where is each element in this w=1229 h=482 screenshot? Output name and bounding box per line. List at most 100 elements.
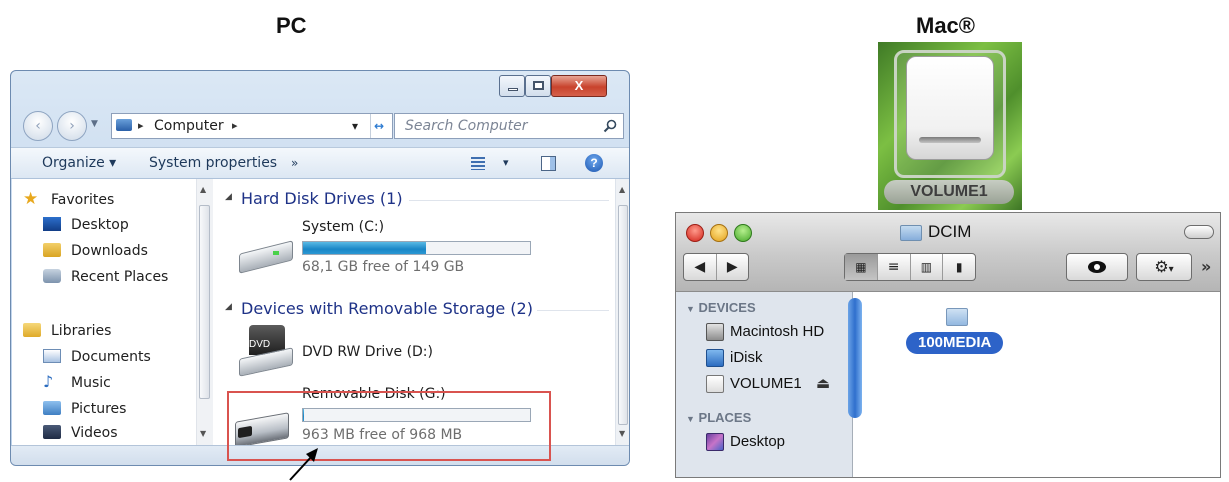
dvd-drive-label[interactable]: DVD RW Drive (D:) [302, 344, 433, 360]
drive-label: VOLUME1 [884, 180, 1014, 204]
computer-icon [116, 119, 132, 131]
recent-places-icon [43, 269, 61, 283]
preview-pane-icon[interactable] [541, 156, 556, 171]
coverflow-view-button[interactable]: ▮ [943, 254, 975, 280]
pc-heading: PC [276, 13, 307, 38]
pictures-icon [43, 401, 61, 415]
music-icon: ♪ [43, 372, 54, 391]
external-drive-small-icon [706, 375, 724, 393]
minimize-window-button[interactable] [710, 224, 728, 242]
address-divider [370, 114, 371, 138]
nav-pane-scrollbar[interactable]: ▲ ▼ [196, 179, 213, 445]
organize-menu[interactable]: Organize ▾ [42, 148, 116, 178]
gear-icon: ⚙▾ [1154, 257, 1174, 276]
zoom-window-button[interactable] [734, 224, 752, 242]
disclosure-triangle-icon: ▼ [686, 304, 695, 314]
command-bar: Organize ▾ System properties » ▾ ? [11, 147, 629, 179]
external-drive-icon [906, 56, 994, 160]
devices-section[interactable]: ▼ DEVICES [686, 300, 756, 315]
minimize-icon [508, 88, 518, 91]
folder-item-100media[interactable]: 100MEDIA [906, 308, 1014, 368]
breadcrumb-computer[interactable]: Computer [154, 114, 224, 138]
coverflow-view-icon: ▮ [955, 260, 963, 274]
forward-button[interactable]: › [57, 111, 87, 141]
search-icon[interactable] [603, 119, 617, 133]
maximize-button[interactable] [525, 75, 551, 97]
dvd-badge: DVD [249, 339, 271, 350]
address-bar[interactable]: ▸ Computer ▸ ▾ ↔ [111, 113, 393, 139]
highlight-box [227, 391, 551, 461]
folder-icon [900, 225, 922, 241]
more-commands-button[interactable]: » [291, 148, 298, 178]
view-mode-control: ▦ ≡ ▥ ▮ [844, 253, 976, 281]
minimize-button[interactable] [499, 75, 525, 97]
content-scroll-down-icon[interactable]: ▼ [619, 429, 625, 438]
search-input[interactable]: Search Computer [394, 113, 624, 139]
address-dropdown-icon[interactable]: ▾ [352, 114, 358, 138]
folder-icon-100media [946, 308, 968, 326]
column-view-button[interactable]: ▥ [911, 254, 944, 280]
scroll-down-icon[interactable]: ▼ [200, 429, 206, 438]
close-window-button[interactable] [686, 224, 704, 242]
close-button[interactable]: X [551, 75, 607, 97]
icon-view-icon: ▦ [855, 260, 867, 274]
hard-disk-icon [706, 323, 724, 341]
action-menu-button[interactable]: ⚙▾ [1136, 253, 1192, 281]
removable-group-header[interactable]: Devices with Removable Storage (2) [241, 299, 533, 318]
column-view-icon: ▥ [920, 260, 933, 274]
finder-sidebar: ▼ DEVICES Macintosh HD iDisk VOLUME1 ⏏ ▼… [676, 292, 862, 477]
videos-icon [43, 425, 61, 439]
recent-pages-chevron-icon[interactable]: ▼ [91, 119, 98, 129]
finder-forward-button[interactable]: ▶ [717, 254, 749, 280]
content-scrollbar[interactable]: ▲ ▼ [615, 179, 629, 445]
desktop-folder-icon [706, 433, 724, 451]
finder-titlebar: DCIM ◀ ▶ ▦ ≡ ▥ ▮ ⚙▾ » [676, 213, 1220, 292]
system-drive-usage-bar [302, 241, 531, 255]
group-divider-2 [537, 310, 609, 311]
system-drive-label[interactable]: System (C:) [302, 219, 384, 235]
system-properties-button[interactable]: System properties [149, 148, 277, 178]
view-dropdown-icon[interactable]: ▾ [503, 148, 509, 178]
change-view-icon[interactable] [471, 157, 485, 170]
back-forward-control: ◀ ▶ [683, 253, 749, 281]
toolbar-overflow-icon[interactable]: » [1201, 257, 1211, 276]
navigation-pane: ★ Favorites Desktop Downloads Recent Pla… [12, 179, 213, 445]
window-title: DCIM [928, 222, 972, 241]
breadcrumb-separator: ▸ [138, 119, 144, 132]
finder-back-button[interactable]: ◀ [684, 254, 717, 280]
desktop-icon [43, 217, 61, 231]
sidebar-scroll-thumb[interactable] [848, 298, 862, 418]
eject-icon[interactable]: ⏏ [816, 371, 830, 397]
documents-icon [43, 349, 61, 363]
help-icon[interactable]: ? [585, 154, 603, 172]
mac-heading: Mac® [916, 13, 976, 38]
disclosure-triangle-icon-2: ▼ [686, 414, 695, 424]
scroll-up-icon[interactable]: ▲ [200, 185, 206, 194]
list-view-button[interactable]: ≡ [878, 254, 911, 280]
breadcrumb-separator-2: ▸ [232, 119, 238, 132]
dvd-drive-icon: DVD [235, 325, 295, 377]
collapse-removable-icon[interactable]: ◢ [225, 302, 232, 312]
places-section[interactable]: ▼ PLACES [686, 410, 751, 425]
star-icon: ★ [23, 189, 39, 209]
callout-arrow [289, 448, 318, 481]
nav-scroll-thumb[interactable] [199, 205, 210, 399]
search-placeholder: Search Computer [405, 118, 528, 134]
system-drive-free: 68,1 GB free of 149 GB [302, 259, 465, 275]
icon-view-button[interactable]: ▦ [845, 254, 878, 280]
mac-finder-window: DCIM ◀ ▶ ▦ ≡ ▥ ▮ ⚙▾ » ▼ DEVICES Macintos… [675, 212, 1221, 478]
eye-icon [1067, 254, 1127, 280]
back-button[interactable]: ‹ [23, 111, 53, 141]
quick-look-button[interactable] [1066, 253, 1128, 281]
idisk-icon [706, 349, 724, 367]
libraries-icon [23, 323, 41, 337]
hard-disk-group-header[interactable]: Hard Disk Drives (1) [241, 189, 403, 208]
folder-label: 100MEDIA [906, 332, 1004, 354]
mac-desktop-drive[interactable]: VOLUME1 [878, 42, 1022, 210]
content-scroll-up-icon[interactable]: ▲ [619, 185, 625, 194]
toolbar-toggle-button[interactable] [1184, 225, 1214, 239]
refresh-icon[interactable]: ↔ [374, 114, 384, 138]
collapse-hard-disk-icon[interactable]: ◢ [225, 192, 232, 202]
content-scroll-thumb[interactable] [618, 205, 628, 425]
system-drive-usage-fill [303, 242, 426, 254]
